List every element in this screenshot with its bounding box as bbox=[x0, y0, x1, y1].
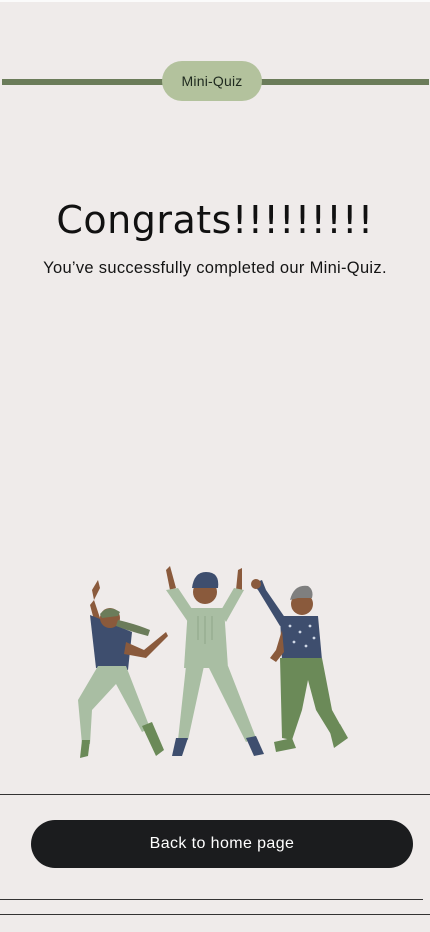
dancer-right bbox=[251, 579, 348, 752]
status-strip bbox=[0, 0, 430, 2]
quiz-complete-screen: Mini-Quiz Congrats!!!!!!!!! You’ve succe… bbox=[0, 0, 430, 932]
completion-message: You’ve successfully completed our Mini-Q… bbox=[43, 259, 387, 277]
dancing-people-illustration bbox=[78, 566, 348, 758]
back-to-home-button[interactable]: Back to home page bbox=[31, 820, 413, 868]
quiz-title-pill: Mini-Quiz bbox=[162, 61, 262, 101]
divider-bottom bbox=[0, 899, 423, 900]
divider-top bbox=[0, 794, 430, 795]
dancer-middle bbox=[166, 566, 264, 756]
dancer-left bbox=[78, 580, 168, 758]
divider-bottom-edge bbox=[0, 914, 430, 915]
congrats-title: Congrats!!!!!!!!! bbox=[56, 198, 374, 242]
